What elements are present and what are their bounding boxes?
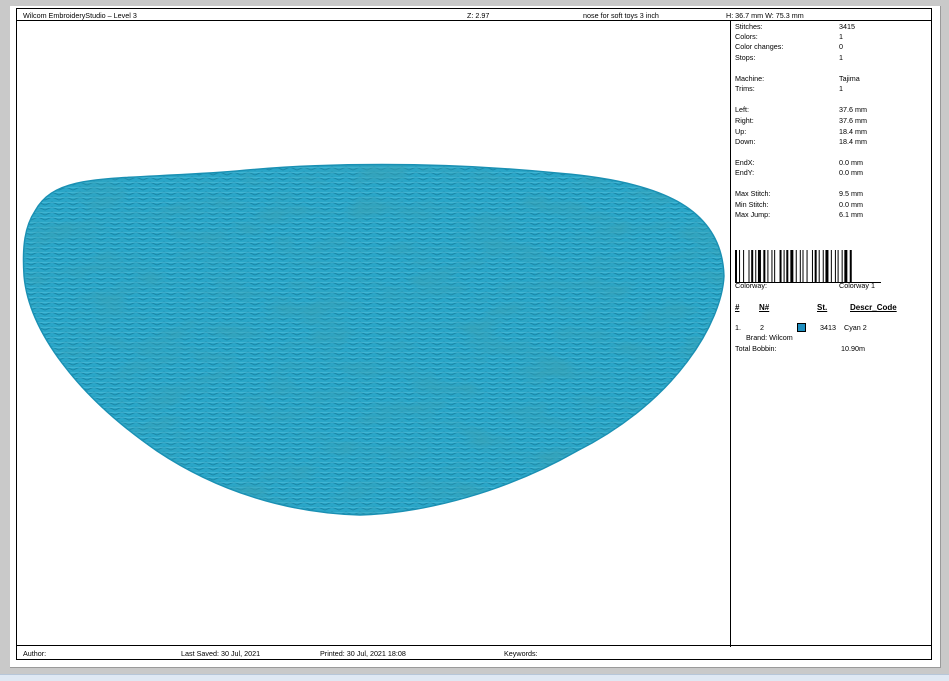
stat-row: Machine: Tajima [735, 74, 925, 84]
stat-row: Max Stitch: 9.5 mm [735, 189, 925, 199]
header-bar: Wilcom EmbroideryStudio – Level 3 Z: 2.9… [17, 9, 931, 21]
design-preview [17, 21, 730, 647]
stat-row: Left: 37.6 mm [735, 105, 925, 115]
stat-value: 37.6 mm [839, 105, 867, 114]
thread-color-swatch [797, 323, 806, 332]
stat-row: Max Jump: 6.1 mm [735, 210, 925, 220]
thread-description: Cyan 2 [844, 323, 867, 332]
stat-value: Tajima [839, 74, 860, 83]
stat-label: Machine: [735, 74, 765, 83]
stat-value: 0.0 mm [839, 168, 863, 177]
stat-value: 18.4 mm [839, 127, 867, 136]
stat-row: EndY: 0.0 mm [735, 168, 925, 178]
stat-label: Right: [735, 116, 754, 125]
stat-row: Right: 37.6 mm [735, 116, 925, 126]
stat-value: 9.5 mm [839, 189, 863, 198]
stat-row: Stops: 1 [735, 53, 925, 63]
stat-row: Colors: 1 [735, 32, 925, 42]
stat-label: Stops: [735, 53, 756, 62]
keywords-field: Keywords: [504, 649, 538, 658]
design-name: nose for soft toys 3 inch [583, 11, 659, 20]
taskbar-strip [0, 674, 949, 681]
stat-value: 0.0 mm [839, 200, 863, 209]
thread-needle: 2 [760, 323, 764, 332]
barcode-icon [735, 250, 852, 282]
col-descr-header: Descr_Code [850, 303, 897, 312]
stat-value: 1 [839, 84, 843, 93]
design-info-panel: Stitches: 3415 Colors: 1 Color changes: 0 Stop… [730, 21, 933, 647]
colorway-divider [735, 282, 881, 283]
last-saved: Last Saved: 30 Jul, 2021 [181, 649, 261, 658]
print-preview-sheet: Wilcom EmbroideryStudio – Level 3 Z: 2.9… [10, 6, 941, 668]
stat-label: Trims: [735, 84, 755, 93]
thread-brand: Brand: Wilcom [746, 333, 793, 342]
stat-value: 0 [839, 42, 843, 51]
stat-value: 0.0 mm [839, 158, 863, 167]
stat-label: Min Stitch: [735, 200, 769, 209]
stat-row: Stitches: 3415 [735, 22, 925, 32]
stat-value: 1 [839, 32, 843, 41]
embroidery-design [22, 163, 725, 516]
stat-label: Colors: [735, 32, 758, 41]
zoom-level: Z: 2.97 [467, 11, 490, 20]
col-needle-header: N# [759, 303, 770, 312]
col-index-header: # [735, 303, 740, 312]
stat-label: EndX: [735, 158, 755, 167]
stat-value: 3415 [839, 22, 855, 31]
thread-index: 1. [735, 323, 741, 332]
stat-label: Up: [735, 127, 747, 136]
stat-value: 37.6 mm [839, 116, 867, 125]
footer-bar: Author: Last Saved: 30 Jul, 2021 Printed… [17, 645, 931, 659]
thread-stitches: 3413 [820, 323, 836, 332]
stat-row: Color changes: 0 [735, 42, 925, 52]
stat-label: Max Jump: [735, 210, 771, 219]
stat-row: Up: 18.4 mm [735, 127, 925, 137]
design-dimensions: H: 36.7 mm W: 75.3 mm [726, 11, 804, 20]
page-frame: Wilcom EmbroideryStudio – Level 3 Z: 2.9… [16, 8, 932, 660]
stat-label: Down: [735, 137, 756, 146]
stat-label: Max Stitch: [735, 189, 771, 198]
author-field: Author: [23, 649, 47, 658]
col-stitches-header: St. [817, 303, 828, 312]
stat-label: Left: [735, 105, 749, 114]
stat-row: Down: 18.4 mm [735, 137, 925, 147]
stat-value: 6.1 mm [839, 210, 863, 219]
stat-label: EndY: [735, 168, 755, 177]
stat-row: Trims: 1 [735, 84, 925, 94]
total-bobbin-label: Total Bobbin: [735, 344, 777, 353]
app-title: Wilcom EmbroideryStudio – Level 3 [23, 11, 137, 20]
stat-row: Min Stitch: 0.0 mm [735, 200, 925, 210]
stat-value: 1 [839, 53, 843, 62]
stat-value: 18.4 mm [839, 137, 867, 146]
total-bobbin-value: 10.90m [841, 344, 865, 353]
stat-label: Color changes: [735, 42, 784, 51]
stat-label: Stitches: [735, 22, 763, 31]
printed-date: Printed: 30 Jul, 2021 18:08 [320, 649, 406, 658]
stat-row: EndX: 0.0 mm [735, 158, 925, 168]
